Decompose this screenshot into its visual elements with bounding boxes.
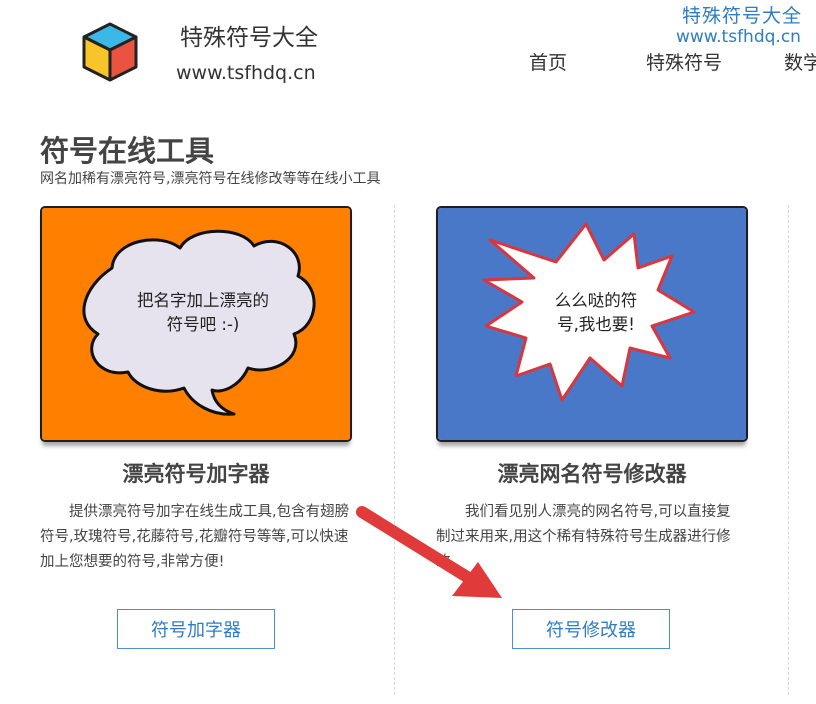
site-logo-cube-icon[interactable] <box>78 20 142 84</box>
card-image-name-modifier[interactable]: 么么哒的符 号,我也要! <box>436 206 748 442</box>
nav-item-special-symbols[interactable]: 特殊符号 <box>646 48 722 75</box>
starburst-illustration: 么么哒的符 号,我也要! <box>438 208 746 440</box>
section-subtitle: 网名加稀有漂亮符号,漂亮符号在线修改等等在线小工具 <box>40 171 381 187</box>
symbol-adder-button[interactable]: 符号加字器 <box>117 609 275 649</box>
speech-bubble-illustration: 把名字加上漂亮的 符号吧 :-) <box>42 208 350 440</box>
column-divider <box>394 205 395 695</box>
name-modifier-button[interactable]: 符号修改器 <box>512 609 670 649</box>
bubble-text-line1: 把名字加上漂亮的 <box>137 291 269 310</box>
site-name[interactable]: 特殊符号大全 <box>180 18 318 52</box>
nav-item-home[interactable]: 首页 <box>529 48 567 75</box>
red-arrow-annotation <box>356 506 502 598</box>
bubble-text-line2: 号,我也要! <box>557 315 635 334</box>
bubble-text-line2: 符号吧 :-) <box>167 315 240 334</box>
section-title: 符号在线工具 <box>40 134 215 168</box>
card-image-symbol-adder[interactable]: 把名字加上漂亮的 符号吧 :-) <box>40 206 352 442</box>
watermark-url: www.tsfhdq.cn <box>676 27 801 47</box>
arrow-shaft <box>356 506 478 586</box>
card-title-symbol-adder[interactable]: 漂亮符号加字器 <box>40 458 352 488</box>
site-url[interactable]: www.tsfhdq.cn <box>176 62 316 84</box>
column-divider <box>788 205 789 695</box>
card-description-symbol-adder: 提供漂亮符号加字在线生成工具,包含有翅膀符号,玫瑰符号,花藤符号,花瓣符号等等,… <box>40 504 350 570</box>
nav-item-math[interactable]: 数学 <box>784 48 816 75</box>
bubble-text-line1: 么么哒的符 <box>555 291 638 310</box>
card-title-name-modifier[interactable]: 漂亮网名符号修改器 <box>436 458 748 488</box>
watermark-title: 特殊符号大全 <box>682 5 803 27</box>
